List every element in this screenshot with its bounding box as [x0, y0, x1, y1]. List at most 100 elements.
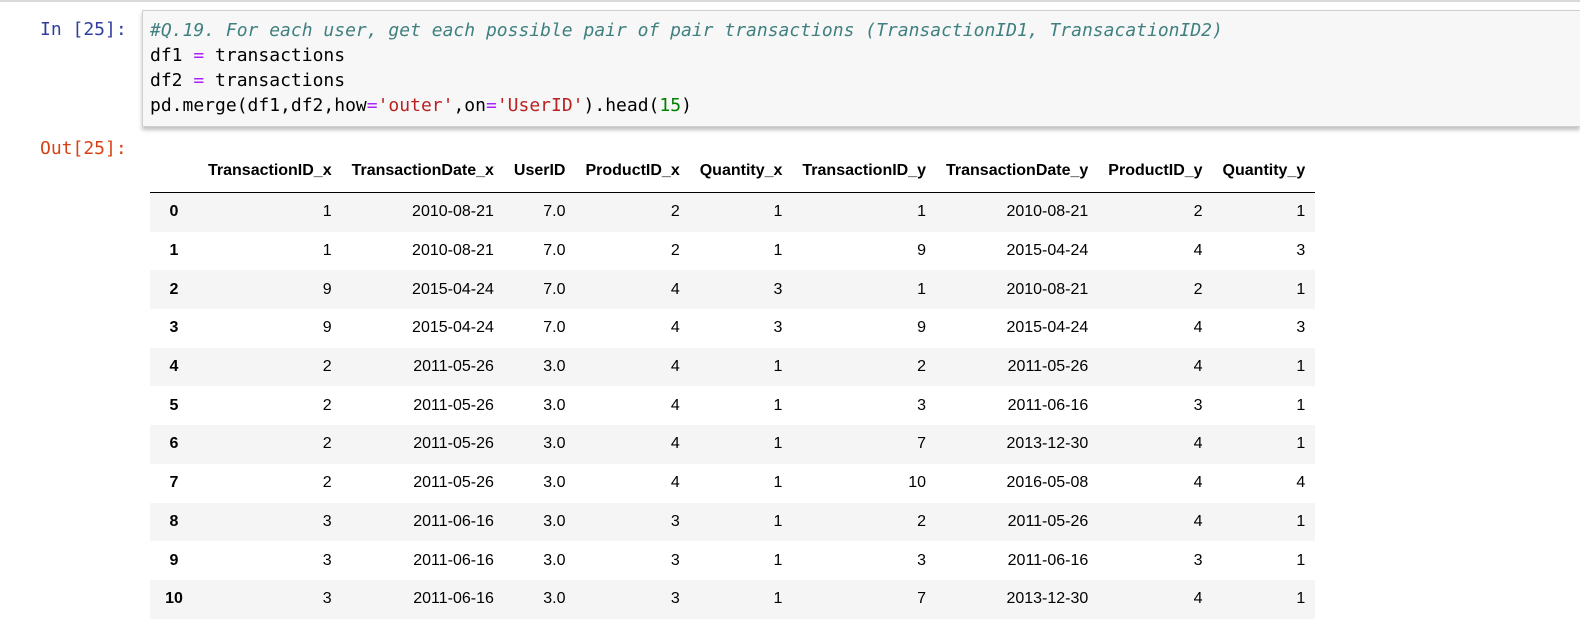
table-cell: 3.0: [543, 358, 566, 376]
code-token: ).head(: [583, 95, 660, 116]
code-token: df1: [150, 45, 183, 66]
table-cell: 3.0: [543, 590, 566, 608]
table-cell: 2: [322, 435, 332, 453]
table-cell: 1: [322, 203, 332, 221]
column-header: ProductID_y: [1098, 150, 1213, 193]
table-row: 8 3 2011-06-16 3.0 3 1 2 2011-05-26 4 1: [150, 502, 1316, 542]
table-cell: 1: [1296, 396, 1306, 414]
table-cell: 1: [1296, 280, 1306, 298]
table-cell: 9: [917, 242, 927, 260]
table-cell: 3: [1193, 396, 1203, 414]
row-index: 1: [169, 242, 179, 260]
row-index: 5: [169, 396, 179, 414]
table-cell: 1: [773, 551, 783, 569]
table-cell: 2011-06-16: [1007, 551, 1089, 569]
table-cell: 3: [1193, 551, 1203, 569]
code-operator: =: [366, 95, 378, 116]
table-cell: 1: [1296, 435, 1306, 453]
table-cell: 1: [773, 590, 783, 608]
table-cell: 4: [1193, 435, 1203, 453]
column-header: TransactionID_y: [792, 150, 937, 193]
code-token: ,on: [453, 95, 486, 116]
index-header: [150, 150, 198, 193]
table-cell: 1: [322, 242, 332, 260]
table-cell: 2: [670, 242, 680, 260]
column-header: TransactionDate_x: [341, 150, 504, 193]
row-index: 9: [169, 551, 179, 569]
output-prompt: Out[25]:: [40, 138, 127, 159]
table-cell: 1: [1296, 358, 1306, 376]
table-cell: 9: [917, 319, 927, 337]
table-cell: 2011-05-26: [1007, 358, 1089, 376]
table-cell: 2010-08-21: [412, 203, 494, 221]
column-header: UserID: [503, 150, 576, 193]
table-cell: 2011-06-16: [413, 512, 494, 530]
table-cell: 7.0: [543, 319, 566, 337]
table-cell: 4: [670, 396, 680, 414]
table-cell: 3.0: [543, 435, 566, 453]
table-cell: 3: [1296, 319, 1306, 337]
code-token: pd.merge(df1,df2,how: [150, 95, 367, 116]
table-cell: 3: [1296, 242, 1306, 260]
column-header: Quantity_x: [689, 150, 793, 193]
table-cell: 2: [322, 358, 332, 376]
table-cell: 2011-06-16: [1007, 396, 1089, 414]
column-header: TransactionDate_y: [936, 150, 1099, 193]
table-cell: 7.0: [543, 242, 566, 260]
table-cell: 3: [773, 280, 783, 298]
row-index: 3: [169, 319, 179, 337]
code-operator: =: [485, 95, 497, 116]
code-text[interactable]: #Q.19. For each user, get each possible …: [150, 18, 1223, 118]
column-header: TransactionID_x: [198, 150, 342, 193]
table-cell: 3.0: [543, 396, 566, 414]
table-row: 7 2 2011-05-26 3.0 4 1 10 2016-05-08 4 4: [150, 463, 1316, 503]
output-area: TransactionID_x TransactionDate_x UserID Pr…: [150, 150, 1316, 619]
table-cell: 9: [322, 319, 332, 337]
code-token: ): [681, 95, 692, 116]
code-number: 15: [659, 95, 682, 116]
table-cell: 1: [1296, 512, 1306, 530]
table-cell: 2: [1193, 280, 1203, 298]
table-cell: 4: [670, 319, 680, 337]
dataframe-table: TransactionID_x TransactionDate_x UserID Pr…: [150, 150, 1316, 619]
table-cell: 1: [773, 474, 783, 492]
table-cell: 2015-04-24: [412, 280, 494, 298]
table-cell: 1: [773, 396, 783, 414]
table-cell: 4: [670, 358, 680, 376]
table-cell: 1: [1296, 590, 1306, 608]
table-cell: 3: [773, 319, 783, 337]
table-cell: 2: [322, 396, 332, 414]
code-operator: =: [193, 45, 205, 66]
table-cell: 2011-05-26: [1007, 512, 1089, 530]
code-comment: #Q.19. For each user, get each possible …: [150, 20, 1223, 41]
table-cell: 1: [1296, 203, 1306, 221]
table-cell: 2011-06-16: [413, 551, 494, 569]
table-cell: 4: [1193, 358, 1203, 376]
table-cell: 4: [1193, 319, 1203, 337]
code-token: transactions: [215, 45, 346, 66]
row-index: 0: [169, 203, 179, 221]
table-row: 4 2 2011-05-26 3.0 4 1 2 2011-05-26 4 1: [150, 347, 1316, 387]
table-cell: 2: [1193, 203, 1203, 221]
table-cell: 3.0: [543, 512, 566, 530]
table-cell: 2011-05-26: [413, 358, 494, 376]
table-header-row: TransactionID_x TransactionDate_x UserID Pr…: [150, 150, 1316, 193]
table-row: 2 9 2015-04-24 7.0 4 3 1 2010-08-21 2 1: [150, 270, 1316, 310]
table-cell: 2: [322, 474, 332, 492]
table-cell: 1: [917, 203, 927, 221]
table-cell: 10: [908, 474, 927, 492]
table-cell: 9: [322, 280, 332, 298]
table-cell: 2010-08-21: [1006, 280, 1089, 298]
code-token: transactions: [215, 70, 346, 91]
table-row: 9 3 2011-06-16 3.0 3 1 3 2011-06-16 3 1: [150, 541, 1316, 580]
table-cell: 2010-08-21: [412, 242, 494, 260]
table-cell: 4: [1193, 590, 1203, 608]
code-string: 'UserID': [496, 95, 584, 116]
table-row: 1 1 2010-08-21 7.0 2 1 9 2015-04-24 4 3: [150, 231, 1316, 271]
table-cell: 2011-06-16: [413, 590, 494, 608]
table-cell: 4: [1193, 512, 1203, 530]
column-header: Quantity_y: [1212, 150, 1316, 193]
table-cell: 3: [322, 590, 332, 608]
table-body: 0 1 2010-08-21 7.0 2 1 1 2010-08-21 2 1 1 1 2010-08-…: [150, 192, 1316, 619]
table-cell: 1: [773, 512, 783, 530]
